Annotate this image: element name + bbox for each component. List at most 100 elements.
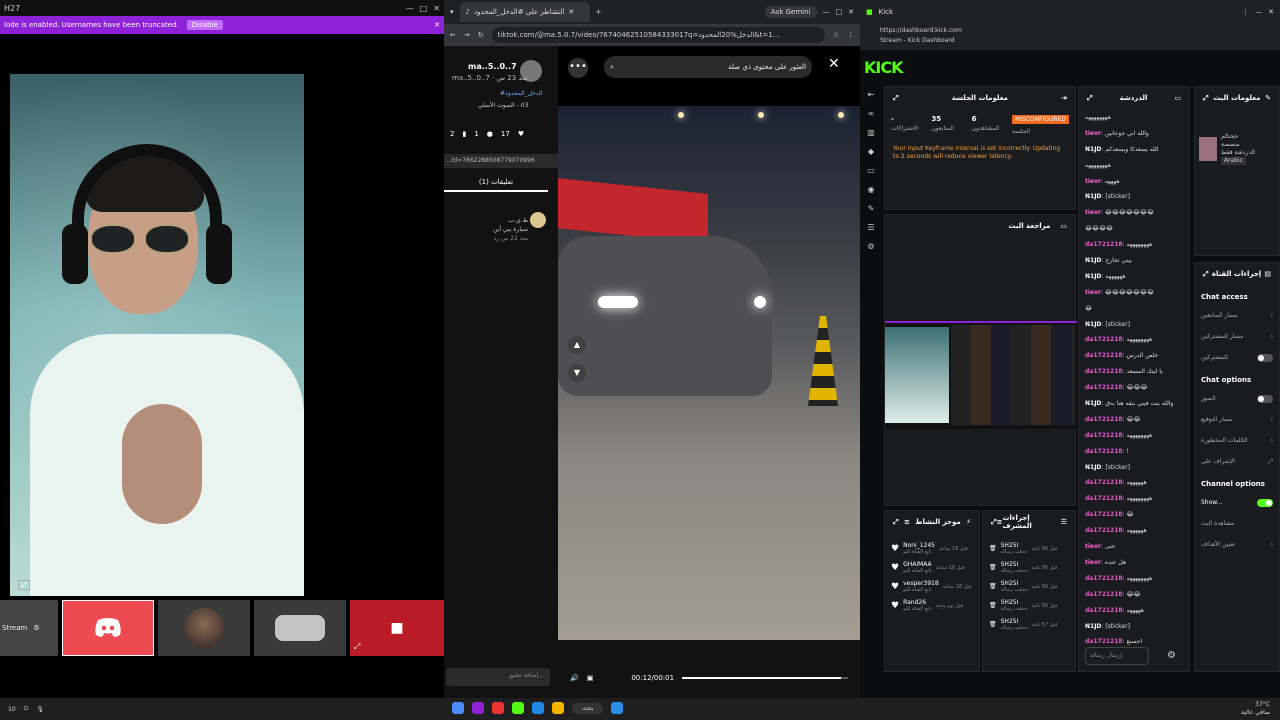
chat-username[interactable]: N1JD	[1085, 193, 1101, 200]
chat-username[interactable]: N1JD	[1085, 321, 1101, 328]
edge-icon[interactable]	[532, 702, 544, 714]
heart-icon[interactable]: ♥	[518, 130, 524, 138]
preview-thumbnail[interactable]	[885, 321, 1077, 429]
chat-username[interactable]: da1721218	[1085, 352, 1123, 359]
chat-username[interactable]: da1721218	[1085, 384, 1123, 391]
back-icon[interactable]: ←	[450, 31, 456, 39]
toggle[interactable]	[1257, 394, 1273, 403]
expand-icon[interactable]: ⤢	[893, 518, 899, 527]
collapse-icon[interactable]: ⇤	[868, 90, 875, 99]
minimize-icon[interactable]: —	[1255, 8, 1262, 16]
windows-start-icon[interactable]	[611, 702, 624, 714]
action-row[interactable]: تعيين الأهداف ›	[1195, 534, 1279, 555]
chat-username[interactable]: da1721218	[1085, 336, 1123, 343]
action-row[interactable]: مسار التوقيع ›	[1195, 409, 1279, 430]
previous-video-icon[interactable]: ▲	[568, 336, 586, 354]
chat-username[interactable]: tievr	[1085, 543, 1101, 550]
resize-icon[interactable]: ⤢	[354, 642, 360, 652]
monitor-icon[interactable]: ▭	[1060, 222, 1067, 230]
hashtag-link[interactable]: #الدخل_المحدود	[500, 90, 542, 97]
chat-username[interactable]: da1721218	[1085, 241, 1123, 248]
chat-username[interactable]: da1721218	[1085, 607, 1123, 614]
next-video-icon[interactable]: ▼	[568, 364, 586, 382]
bookmark-icon[interactable]: ▮	[462, 130, 466, 138]
chat-username[interactable]: da1721218	[1085, 479, 1123, 486]
profile-name[interactable]: ma..5..0..7	[468, 62, 517, 71]
comment-icon[interactable]: ●	[487, 130, 493, 138]
camera-tile[interactable]: ■ ⤢	[350, 600, 444, 656]
kick-icon[interactable]	[512, 702, 524, 714]
maximize-icon[interactable]: □	[420, 4, 428, 13]
kick-logo[interactable]: KICK	[864, 58, 903, 77]
shield-icon[interactable]: ◆	[868, 147, 874, 156]
tab-title[interactable]: Kick	[879, 8, 893, 16]
new-tab-icon[interactable]: +	[596, 8, 602, 16]
chat-username[interactable]: da1721218	[1085, 448, 1123, 455]
menu-icon[interactable]: ⋮	[847, 31, 854, 39]
action-row[interactable]: للمشتركين	[1195, 347, 1279, 368]
chat-username[interactable]: N1JD	[1085, 146, 1101, 153]
camera-icon[interactable]: ◉	[868, 185, 875, 194]
gear-icon[interactable]: ⚙	[1167, 650, 1176, 661]
chat-username[interactable]: N1JD	[1085, 257, 1101, 264]
chat-username[interactable]: N1JD	[1085, 623, 1101, 630]
more-options-icon[interactable]: •••	[568, 58, 588, 78]
chat-username[interactable]: da1721218	[1085, 591, 1123, 598]
toggle[interactable]	[1257, 498, 1273, 507]
app-icon[interactable]	[472, 702, 484, 714]
back-tab-icon[interactable]: ▾	[450, 8, 454, 16]
star-icon[interactable]: ☆	[833, 31, 839, 39]
video-frame[interactable]: ▲ ▼	[558, 106, 860, 640]
participant-avatar-tile[interactable]	[158, 600, 250, 656]
tiktok-tab[interactable]: ♪ التشاطر على #الدخل_المحدود ✕	[459, 2, 590, 22]
weather-widget[interactable]: 37°C صافي عالية	[1241, 701, 1270, 717]
chat-username[interactable]: tievr	[1085, 178, 1101, 185]
tab-comments[interactable]: تعليقات (1)	[444, 176, 548, 192]
close-icon[interactable]: ✕	[433, 4, 440, 13]
collapse-icon[interactable]: ⇥	[1061, 94, 1067, 102]
chat-username[interactable]: tievr	[1085, 130, 1101, 137]
related-search[interactable]: ⌕ العثور على محتوى ذي صلة	[604, 56, 812, 78]
chart-icon[interactable]: ▥	[867, 128, 875, 137]
ask-gemini-button[interactable]: Ask Gemini	[764, 6, 817, 18]
chat-username[interactable]: da1721218	[1085, 495, 1123, 502]
minimize-icon[interactable]: —	[406, 4, 414, 13]
action-row[interactable]: مشاهدة البث	[1195, 513, 1279, 534]
power-icon[interactable]: ⏻	[24, 705, 29, 713]
reload-icon[interactable]: ↻	[478, 31, 484, 39]
action-row[interactable]: الإشراف على ⤢	[1195, 451, 1279, 472]
folder-icon[interactable]	[552, 702, 564, 714]
url-field[interactable]: tiktok.com/@ma.5.0.7/video/7674046251058…	[491, 27, 825, 43]
sound-link[interactable]: الصوت الأصلي - ri3	[478, 102, 528, 109]
maximize-icon[interactable]: □	[836, 8, 843, 16]
menu-icon[interactable]: ⋮	[1242, 8, 1249, 16]
pencil-icon[interactable]: ✎	[1265, 94, 1271, 102]
comment-user[interactable]: ط.ي.ب	[484, 216, 528, 225]
stream-tile[interactable]: Stream ⚙	[0, 600, 58, 656]
notice-close-icon[interactable]: ✕	[434, 21, 440, 29]
action-row[interactable]: الصور	[1195, 388, 1279, 409]
chat-username[interactable]: tievr	[1085, 289, 1101, 296]
expand-icon[interactable]: ⤢	[1087, 94, 1093, 103]
progress-bar[interactable]	[682, 677, 848, 679]
toggle[interactable]	[1257, 353, 1273, 362]
close-icon[interactable]: ✕	[848, 8, 854, 16]
tab-close-icon[interactable]: ✕	[568, 8, 574, 16]
chrome-icon[interactable]	[452, 702, 464, 714]
disable-button[interactable]: Disable	[186, 20, 223, 30]
chat-username[interactable]: da1721218	[1085, 638, 1123, 645]
action-row[interactable]: مسار للمشتركين ›	[1195, 326, 1279, 347]
chat-username[interactable]: da1721218	[1085, 368, 1123, 375]
volume-icon[interactable]: 🔊	[570, 674, 579, 682]
filter-icon[interactable]: ≡	[904, 518, 910, 526]
wrench-icon[interactable]: ✎	[868, 204, 875, 213]
close-video-icon[interactable]: ✕	[828, 56, 840, 72]
pip-icon[interactable]: ▣	[587, 674, 594, 682]
forward-icon[interactable]: →	[464, 31, 470, 39]
chat-username[interactable]: da1721218	[1085, 575, 1123, 582]
discord-tile[interactable]	[62, 600, 154, 656]
youtube-icon[interactable]	[492, 702, 504, 714]
car-tile[interactable]	[254, 600, 346, 656]
chat-username[interactable]: tievr	[1085, 209, 1101, 216]
add-comment-input[interactable]: إضافة تعليق...	[446, 668, 550, 686]
